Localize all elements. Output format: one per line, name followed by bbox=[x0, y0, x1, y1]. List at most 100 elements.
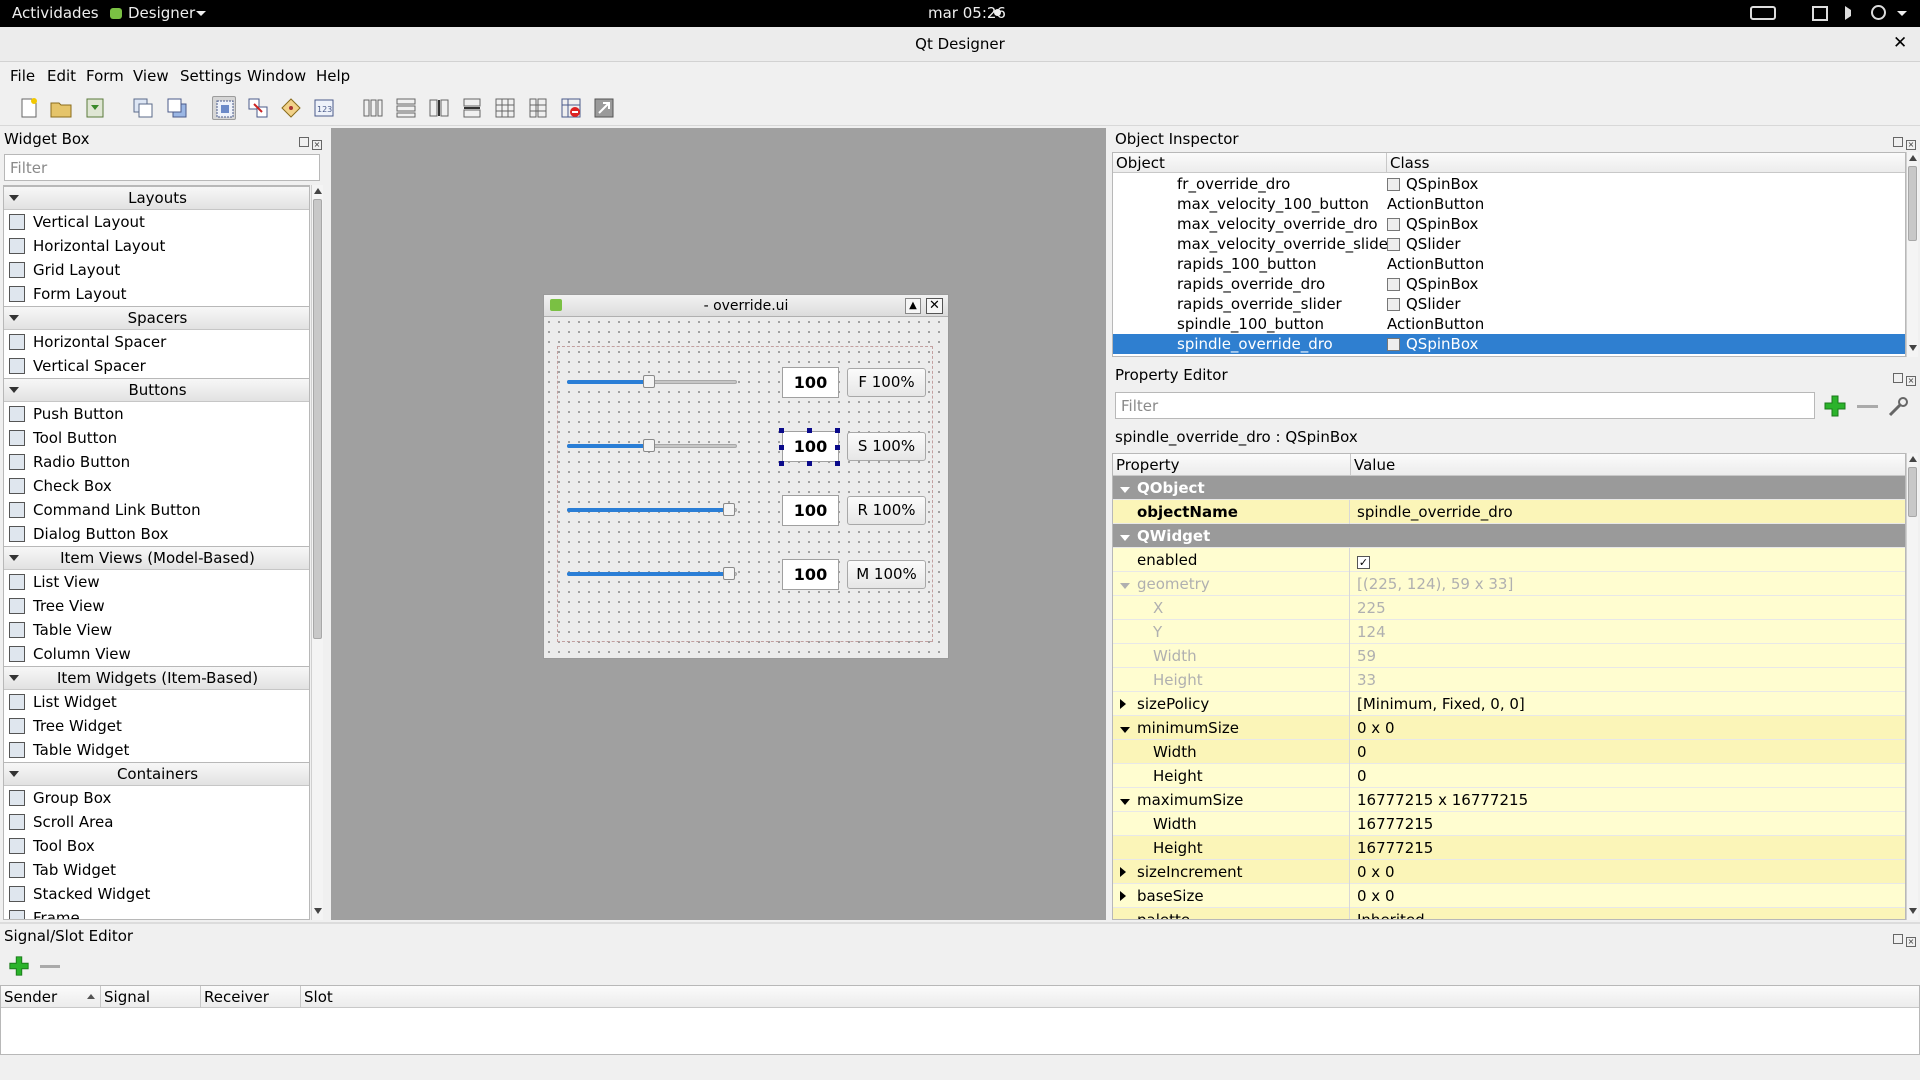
widget-item-list-widget[interactable]: List Widget bbox=[4, 690, 309, 714]
activities-button[interactable]: Actividades bbox=[12, 4, 99, 22]
network-icon[interactable] bbox=[1812, 6, 1828, 21]
scroll-up-icon[interactable] bbox=[314, 188, 322, 194]
property-filter-input[interactable] bbox=[1115, 392, 1815, 419]
override-spinbox[interactable]: 100 bbox=[782, 559, 839, 590]
power-icon[interactable] bbox=[1871, 5, 1886, 20]
form-window[interactable]: - override.ui ▲ ✕ 100 F 100% 100 S 100% 100 R… bbox=[543, 294, 949, 659]
column-header-slot[interactable]: Slot bbox=[301, 986, 1919, 1008]
property-row-basesize[interactable]: baseSize 0 x 0 bbox=[1113, 884, 1905, 908]
category-buttons[interactable]: Buttons bbox=[4, 378, 309, 402]
scroll-thumb[interactable] bbox=[1908, 467, 1917, 517]
selection-handle[interactable] bbox=[835, 428, 840, 433]
override-slider[interactable] bbox=[567, 436, 737, 456]
property-row-sizeincrement[interactable]: sizeIncrement 0 x 0 bbox=[1113, 860, 1905, 884]
float-dock-icon[interactable] bbox=[1893, 373, 1903, 383]
widget-item-tool-button[interactable]: Tool Button bbox=[4, 426, 309, 450]
widget-item-radio-button[interactable]: Radio Button bbox=[4, 450, 309, 474]
expand-arrow-icon[interactable] bbox=[1120, 476, 1130, 500]
property-value[interactable]: 0 x 0 bbox=[1353, 716, 1893, 740]
widget-item-horizontal-layout[interactable]: Horizontal Layout bbox=[4, 234, 309, 258]
property-value[interactable]: 16777215 x 16777215 bbox=[1353, 788, 1893, 812]
property-value[interactable]: 225 bbox=[1353, 596, 1893, 620]
new-form-icon[interactable] bbox=[17, 96, 41, 120]
menu-file[interactable]: File bbox=[10, 67, 35, 85]
property-row-x[interactable]: X 225 bbox=[1113, 596, 1905, 620]
property-row-height[interactable]: Height 16777215 bbox=[1113, 836, 1905, 860]
menu-help[interactable]: Help bbox=[316, 67, 350, 85]
widget-item-command-link-button[interactable]: Command Link Button bbox=[4, 498, 309, 522]
bring-to-front-icon[interactable] bbox=[165, 96, 189, 120]
property-row-palette[interactable]: palette Inherited bbox=[1113, 908, 1905, 919]
slider-handle[interactable] bbox=[723, 503, 735, 516]
widget-item-tool-box[interactable]: Tool Box bbox=[4, 834, 309, 858]
menu-form[interactable]: Form bbox=[86, 67, 124, 85]
close-dock-icon[interactable]: × bbox=[1906, 376, 1916, 386]
edit-tab-order-icon[interactable]: 123 bbox=[312, 96, 336, 120]
override-slider[interactable] bbox=[567, 564, 737, 584]
widget-item-group-box[interactable]: Group Box bbox=[4, 786, 309, 810]
float-dock-icon[interactable] bbox=[1893, 137, 1903, 147]
slider-handle[interactable] bbox=[643, 375, 655, 388]
adjust-size-icon[interactable] bbox=[592, 96, 616, 120]
selection-handle[interactable] bbox=[807, 428, 812, 433]
selection-handle[interactable] bbox=[779, 428, 784, 433]
object-row-rapids-100-button[interactable]: rapids_100_button ActionButton bbox=[1113, 254, 1905, 274]
category-spacers[interactable]: Spacers bbox=[4, 306, 309, 330]
property-value[interactable]: 0 x 0 bbox=[1353, 884, 1893, 908]
property-value[interactable]: 124 bbox=[1353, 620, 1893, 644]
add-connection-icon[interactable] bbox=[8, 955, 30, 977]
property-row-width[interactable]: Width 16777215 bbox=[1113, 812, 1905, 836]
selection-handle[interactable] bbox=[835, 461, 840, 466]
configure-icon[interactable] bbox=[1887, 396, 1909, 418]
property-value[interactable]: ✓ bbox=[1353, 548, 1893, 572]
widget-item-grid-layout[interactable]: Grid Layout bbox=[4, 258, 309, 282]
selection-handle[interactable] bbox=[835, 445, 840, 450]
volume-icon[interactable] bbox=[1845, 6, 1859, 20]
widget-item-scroll-area[interactable]: Scroll Area bbox=[4, 810, 309, 834]
category-layouts[interactable]: Layouts bbox=[4, 186, 309, 210]
input-method-icon[interactable] bbox=[1750, 6, 1776, 20]
object-row-spindle-100-button[interactable]: spindle_100_button ActionButton bbox=[1113, 314, 1905, 334]
scroll-thumb[interactable] bbox=[313, 199, 322, 639]
scroll-up-icon[interactable] bbox=[1909, 155, 1917, 161]
object-row-fr-override-dro[interactable]: fr_override_dro QSpinBox bbox=[1113, 174, 1905, 194]
lay-out-grid-icon[interactable] bbox=[493, 96, 517, 120]
enabled-checkbox[interactable]: ✓ bbox=[1357, 556, 1370, 569]
property-value[interactable]: [(225, 124), 59 x 33] bbox=[1353, 572, 1893, 596]
close-window-icon[interactable]: ✕ bbox=[1893, 33, 1907, 53]
form-title-bar[interactable]: - override.ui ▲ ✕ bbox=[544, 295, 948, 317]
expand-arrow-icon[interactable] bbox=[1120, 524, 1130, 548]
save-form-icon[interactable] bbox=[83, 96, 107, 120]
edit-signals-slots-icon[interactable] bbox=[246, 96, 270, 120]
widget-item-horizontal-spacer[interactable]: Horizontal Spacer bbox=[4, 330, 309, 354]
column-header-sender[interactable]: Sender bbox=[1, 986, 101, 1008]
widget-item-vertical-spacer[interactable]: Vertical Spacer bbox=[4, 354, 309, 378]
property-value[interactable]: spindle_override_dro bbox=[1353, 500, 1893, 524]
widget-item-stacked-widget[interactable]: Stacked Widget bbox=[4, 882, 309, 906]
remove-property-icon[interactable] bbox=[1857, 405, 1878, 408]
widget-item-push-button[interactable]: Push Button bbox=[4, 402, 309, 426]
widget-item-tree-view[interactable]: Tree View bbox=[4, 594, 309, 618]
form-close-icon[interactable]: ✕ bbox=[926, 298, 943, 314]
column-header-class[interactable]: Class bbox=[1387, 153, 1905, 173]
override-spinbox[interactable]: 100 bbox=[782, 495, 839, 526]
remove-connection-icon[interactable] bbox=[40, 965, 60, 968]
column-header-property[interactable]: Property bbox=[1113, 454, 1351, 476]
override-spinbox[interactable]: 100 bbox=[782, 431, 839, 462]
widget-item-column-view[interactable]: Column View bbox=[4, 642, 309, 666]
selection-handle[interactable] bbox=[779, 445, 784, 450]
object-row-spindle-override-dro[interactable]: spindle_override_dro QSpinBox bbox=[1113, 334, 1905, 354]
property-value[interactable]: 16777215 bbox=[1353, 812, 1893, 836]
collapse-arrow-icon[interactable] bbox=[1120, 860, 1126, 884]
expand-arrow-icon[interactable] bbox=[1120, 788, 1130, 812]
widget-item-dialog-button-box[interactable]: Dialog Button Box bbox=[4, 522, 309, 546]
system-menu-chevron-icon[interactable] bbox=[1897, 11, 1907, 16]
property-row-height[interactable]: Height 0 bbox=[1113, 764, 1905, 788]
property-value[interactable]: [Minimum, Fixed, 0, 0] bbox=[1353, 692, 1893, 716]
selection-handle[interactable] bbox=[807, 461, 812, 466]
lay-out-horizontal-splitter-icon[interactable] bbox=[427, 96, 451, 120]
scroll-thumb[interactable] bbox=[1908, 166, 1917, 241]
expand-arrow-icon[interactable] bbox=[1120, 716, 1130, 740]
expand-arrow-icon[interactable] bbox=[1120, 572, 1130, 596]
float-dock-icon[interactable] bbox=[299, 137, 309, 147]
